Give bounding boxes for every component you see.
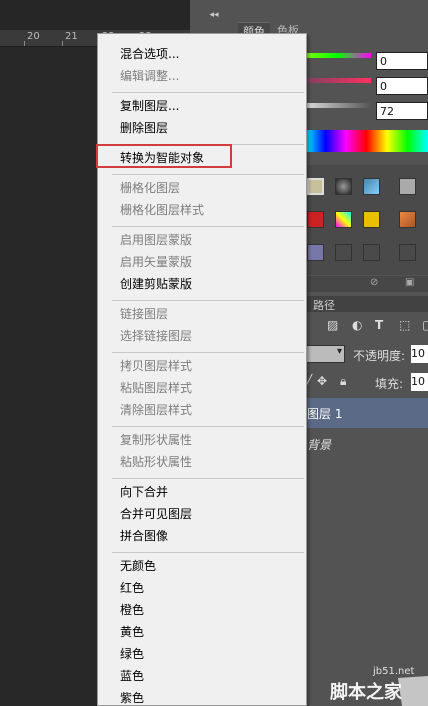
menu-item-delete-layer[interactable]: 删除图层: [120, 120, 168, 136]
layer-name: 背景: [307, 438, 332, 452]
menu-separator: [112, 226, 304, 227]
menu-item-flatten-image[interactable]: 拼合图像: [120, 528, 168, 544]
layer-row-background[interactable]: 背景: [305, 430, 428, 458]
image-filter-icon[interactable]: ▨: [327, 318, 338, 332]
smart-object-filter-icon[interactable]: ▢: [422, 318, 428, 332]
shape-filter-icon[interactable]: ⬚: [399, 318, 410, 332]
style-swatch[interactable]: [335, 244, 352, 261]
no-icon[interactable]: ⊘: [370, 277, 378, 288]
style-swatch[interactable]: [307, 178, 324, 195]
menu-item-rasterize-layer: 栅格化图层: [120, 181, 181, 195]
style-swatch[interactable]: [363, 244, 380, 261]
opacity-label: 不透明度:: [353, 349, 406, 363]
menu-item-link-layers: 链接图层: [120, 307, 169, 321]
style-swatch[interactable]: [399, 244, 416, 261]
layer-name: 图层 1: [307, 407, 343, 421]
color-slider-3[interactable]: [305, 103, 371, 108]
menu-separator: [112, 300, 304, 301]
watermark-name: 脚本之家: [330, 682, 402, 703]
menu-item-red[interactable]: 红色: [120, 580, 144, 596]
ruler-label: 20: [27, 31, 40, 42]
menu-item-clear-layer-style: 清除图层样式: [120, 403, 193, 417]
collapse-panels-button[interactable]: ◂◂: [190, 8, 238, 22]
tab-paths[interactable]: 路径: [313, 297, 335, 313]
fill-label: 填充:: [375, 377, 404, 391]
style-swatch[interactable]: [335, 211, 352, 228]
menu-item-no-color[interactable]: 无颜色: [120, 558, 156, 574]
color-value-3[interactable]: 72: [376, 102, 428, 120]
lock-icon[interactable]: 🔒︎: [340, 374, 346, 389]
menu-item-merge-down[interactable]: 向下合并: [120, 484, 168, 500]
blend-opacity-row: ▾ 不透明度: 10: [305, 344, 428, 366]
watermark-site: jb51.net: [373, 666, 415, 677]
layer-context-menu: 混合选项... 编辑调整... 复制图层... 删除图层 转换为智能对象 栅格化…: [97, 33, 307, 706]
ruler-label: 21: [65, 31, 78, 42]
menu-item-paste-layer-style: 粘贴图层样式: [120, 381, 193, 395]
menu-item-orange[interactable]: 橙色: [120, 602, 144, 618]
color-slider-1[interactable]: [305, 53, 371, 58]
type-filter-icon[interactable]: T: [375, 318, 383, 332]
layers-panel-header: 路径: [305, 296, 428, 312]
opacity-field[interactable]: 10: [411, 345, 428, 363]
style-swatch[interactable]: [307, 244, 324, 261]
menu-item-select-linked-layers: 选择链接图层: [120, 329, 193, 343]
color-spectrum[interactable]: [305, 130, 428, 152]
menu-item-rasterize-layer-style: 栅格化图层样式: [120, 203, 205, 217]
chevron-down-icon: ▾: [336, 346, 342, 357]
menu-item-edit-adjustment: 编辑调整...: [120, 69, 180, 83]
adjustment-filter-icon[interactable]: ◐: [352, 318, 362, 332]
style-swatch[interactable]: [399, 178, 416, 195]
menu-item-duplicate-layer[interactable]: 复制图层...: [120, 98, 179, 114]
menu-item-copy-shape-attributes: 复制形状属性: [120, 433, 193, 447]
menu-item-blending-options[interactable]: 混合选项...: [120, 46, 179, 62]
menu-item-green[interactable]: 绿色: [120, 646, 144, 662]
menu-separator: [112, 92, 304, 93]
color-value-1[interactable]: 0: [376, 52, 428, 70]
menu-separator: [112, 552, 304, 553]
menu-item-copy-layer-style: 拷贝图层样式: [120, 359, 193, 373]
menu-item-enable-layer-mask: 启用图层蒙版: [120, 233, 193, 247]
menu-separator: [112, 426, 304, 427]
style-swatch[interactable]: [363, 178, 380, 195]
fill-field[interactable]: 10: [411, 373, 428, 391]
style-swatch[interactable]: [335, 178, 352, 195]
menu-separator: [112, 174, 304, 175]
styles-grid: [305, 165, 428, 275]
layer-row-selected[interactable]: 图层 1: [305, 398, 428, 428]
style-swatch[interactable]: [363, 211, 380, 228]
highlight-box: [96, 144, 232, 168]
lock-fill-row: ╱ ✥ 🔒︎ 填充: 10: [305, 372, 428, 394]
color-value-2[interactable]: 0: [376, 77, 428, 95]
menu-item-merge-visible[interactable]: 合并可见图层: [120, 506, 192, 522]
style-swatch[interactable]: [307, 211, 324, 228]
menu-separator: [112, 352, 304, 353]
menu-item-create-clipping-mask[interactable]: 创建剪贴蒙版: [120, 276, 192, 292]
menu-item-blue[interactable]: 蓝色: [120, 668, 144, 684]
menu-separator: [112, 478, 304, 479]
color-slider-2[interactable]: [305, 78, 371, 83]
blend-mode-select[interactable]: ▾: [305, 345, 345, 363]
trash-icon[interactable]: ▣: [405, 277, 414, 288]
styles-footer: ⊘ ▣: [305, 276, 428, 292]
menu-item-enable-vector-mask: 启用矢量蒙版: [120, 255, 193, 269]
menu-item-violet[interactable]: 紫色: [120, 690, 144, 706]
menu-item-yellow[interactable]: 黄色: [120, 624, 144, 640]
layer-filter-toolbar: ▨ ◐ T ⬚ ▢: [305, 318, 428, 338]
menu-item-paste-shape-attributes: 粘贴形状属性: [120, 455, 193, 469]
style-swatch[interactable]: [399, 211, 416, 228]
move-icon[interactable]: ✥: [317, 374, 327, 388]
